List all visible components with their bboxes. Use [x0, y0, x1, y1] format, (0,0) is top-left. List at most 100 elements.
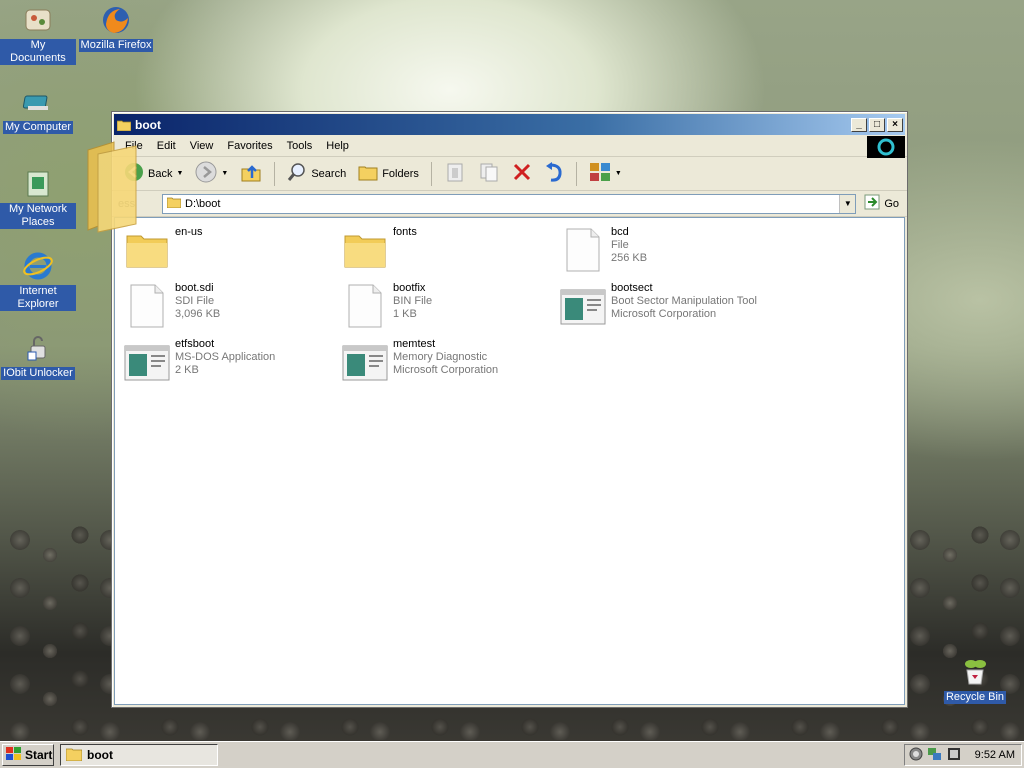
forward-arrow-icon [195, 161, 217, 186]
up-button[interactable] [236, 160, 266, 188]
network-icon [22, 168, 54, 200]
copy-to-button[interactable] [474, 160, 504, 188]
chevron-down-icon[interactable]: ▼ [615, 170, 622, 177]
toolbar-separator [274, 161, 276, 186]
file-type: Boot Sector Manipulation Tool [611, 295, 757, 307]
go-button[interactable]: Go [860, 194, 907, 213]
standard-toolbar: Back ▼ ▼ Search Folders ▼ [112, 157, 907, 191]
go-label: Go [884, 197, 899, 210]
maximize-button[interactable]: □ [869, 117, 885, 132]
file-icon [123, 282, 171, 330]
dragged-folder-icon [84, 140, 142, 236]
windows-logo-throbber [867, 136, 905, 158]
menu-bar: File Edit View Favorites Tools Help [112, 135, 907, 158]
file-type: MS-DOS Application [175, 351, 276, 363]
menu-view[interactable]: View [183, 140, 221, 152]
menu-edit[interactable]: Edit [150, 140, 183, 152]
file-size: 256 KB [611, 252, 648, 264]
search-label: Search [311, 167, 347, 180]
folder-icon [116, 119, 132, 131]
undo-button[interactable] [540, 160, 568, 188]
desktop-icon-my-documents[interactable]: My Documents [0, 4, 76, 65]
chevron-down-icon[interactable]: ▼ [221, 170, 228, 177]
views-button[interactable]: ▼ [585, 160, 626, 188]
move-to-button[interactable] [440, 160, 470, 188]
tray-app-icon[interactable] [947, 747, 961, 764]
desktop-icon-label: Internet Explorer [0, 285, 76, 311]
address-input[interactable]: D:\boot ▼ [162, 193, 857, 214]
desktop-icon-label: My Network Places [0, 203, 76, 229]
file-company: Microsoft Corporation [611, 308, 717, 320]
desktop-icon-network-places[interactable]: My Network Places [0, 168, 76, 229]
file-item-bootfix[interactable]: bootfix BIN File 1 KB [341, 282, 551, 332]
file-type: BIN File [393, 295, 433, 307]
delete-x-icon [512, 162, 532, 185]
file-item-boot-sdi[interactable]: boot.sdi SDI File 3,096 KB [123, 282, 333, 332]
file-item-bcd[interactable]: bcd File 256 KB [559, 226, 769, 276]
firefox-icon [100, 4, 132, 36]
file-item-en-us[interactable]: en-us [123, 226, 333, 276]
copy-to-icon [478, 161, 500, 186]
menu-favorites[interactable]: Favorites [220, 140, 279, 152]
desktop-icon-label: IObit Unlocker [1, 367, 75, 380]
window-title: boot [135, 117, 161, 132]
move-to-icon [444, 161, 466, 186]
system-tray: 9:52 AM [904, 744, 1022, 766]
menu-help[interactable]: Help [319, 140, 356, 152]
close-button[interactable]: × [887, 117, 903, 132]
file-name: bootsect [611, 282, 653, 294]
file-type: Memory Diagnostic [393, 351, 488, 363]
desktop-icon-iobit-unlocker[interactable]: IObit Unlocker [0, 332, 76, 380]
folder-icon [65, 747, 83, 764]
file-name: bcd [611, 226, 629, 238]
forward-button[interactable]: ▼ [191, 160, 232, 188]
desktop-icon-firefox[interactable]: Mozilla Firefox [78, 4, 154, 52]
desktop-icon-my-computer[interactable]: My Computer [0, 86, 76, 134]
file-item-memtest[interactable]: memtest Memory Diagnostic Microsoft Corp… [341, 338, 551, 388]
desktop-icon-recycle-bin[interactable]: Recycle Bin [937, 656, 1013, 704]
views-grid-icon [589, 162, 611, 185]
file-icon [341, 282, 389, 330]
menu-tools[interactable]: Tools [280, 140, 320, 152]
search-icon [287, 162, 307, 185]
my-documents-icon [22, 4, 54, 36]
folder-up-icon [240, 161, 262, 186]
back-label: Back [148, 167, 173, 180]
clock[interactable]: 9:52 AM [975, 749, 1015, 761]
application-icon [123, 338, 171, 386]
folders-button[interactable]: Folders [354, 160, 423, 188]
file-item-etfsboot[interactable]: etfsboot MS-DOS Application 2 KB [123, 338, 333, 388]
unlocker-icon [22, 332, 54, 364]
folders-icon [358, 162, 378, 185]
application-icon [341, 338, 389, 386]
taskbar-button-boot[interactable]: boot [60, 744, 218, 766]
computer-icon [22, 86, 54, 118]
tray-shield-icon[interactable] [909, 747, 923, 764]
recycle-bin-icon [959, 656, 991, 688]
desktop-icon-internet-explorer[interactable]: Internet Explorer [0, 250, 76, 311]
application-icon [559, 282, 607, 330]
caption-buttons: _ □ × [851, 117, 903, 132]
address-dropdown-button[interactable]: ▼ [839, 194, 856, 213]
file-type: File [611, 239, 629, 251]
folder-icon [166, 196, 182, 211]
file-type: SDI File [175, 295, 215, 307]
desktop-icon-label: My Documents [0, 39, 76, 65]
delete-button[interactable] [508, 160, 536, 188]
internet-explorer-icon [22, 250, 54, 282]
title-bar[interactable]: boot _ □ × [114, 114, 905, 135]
tray-network-icon[interactable] [927, 747, 943, 764]
toolbar-separator [430, 161, 432, 186]
folder-icon [341, 226, 389, 274]
file-name: bootfix [393, 282, 426, 294]
start-button[interactable]: Start [2, 744, 54, 766]
chevron-down-icon[interactable]: ▼ [176, 170, 183, 177]
search-button[interactable]: Search [283, 160, 350, 188]
file-list-view[interactable]: en-us fonts bcd File 256 KB boot.sdi SDI… [114, 217, 905, 705]
minimize-button[interactable]: _ [851, 117, 867, 132]
file-item-fonts[interactable]: fonts [341, 226, 551, 276]
file-size: 2 KB [175, 364, 199, 376]
folders-label: Folders [382, 167, 419, 180]
file-name: etfsboot [175, 338, 215, 350]
file-item-bootsect[interactable]: bootsect Boot Sector Manipulation Tool M… [559, 282, 859, 332]
